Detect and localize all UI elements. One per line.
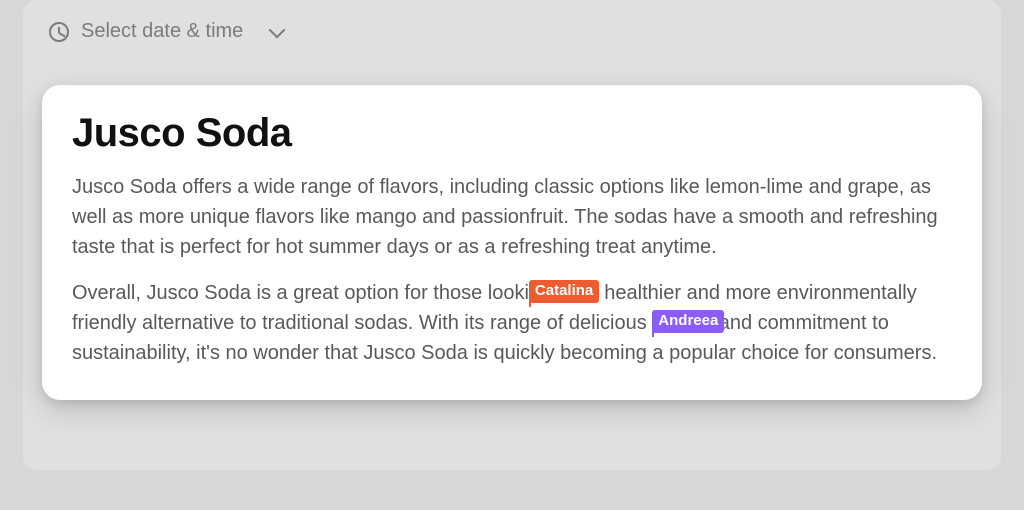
document-card: Jusco Soda Jusco Soda offers a wide rang… — [42, 85, 982, 400]
datetime-label: Select date & time — [81, 20, 243, 43]
document-paragraph[interactable]: Jusco Soda offers a wide range of flavor… — [72, 172, 952, 262]
document-title[interactable]: Jusco Soda — [72, 111, 952, 156]
document-paragraph[interactable]: Overall, Jusco Soda is a great option fo… — [72, 278, 952, 368]
text-run: Overall, Jusco Soda is a great option fo… — [72, 282, 529, 304]
chevron-down-icon — [269, 21, 286, 38]
collab-name-tag: Andreea — [652, 310, 724, 333]
collab-cursor-catalina: Catalina — [529, 282, 531, 304]
collab-cursor-andreea: Andreea — [652, 312, 654, 334]
collab-name-tag: Catalina — [529, 280, 599, 303]
clock-icon — [49, 22, 69, 42]
datetime-selector[interactable]: Select date & time — [23, 0, 1001, 53]
